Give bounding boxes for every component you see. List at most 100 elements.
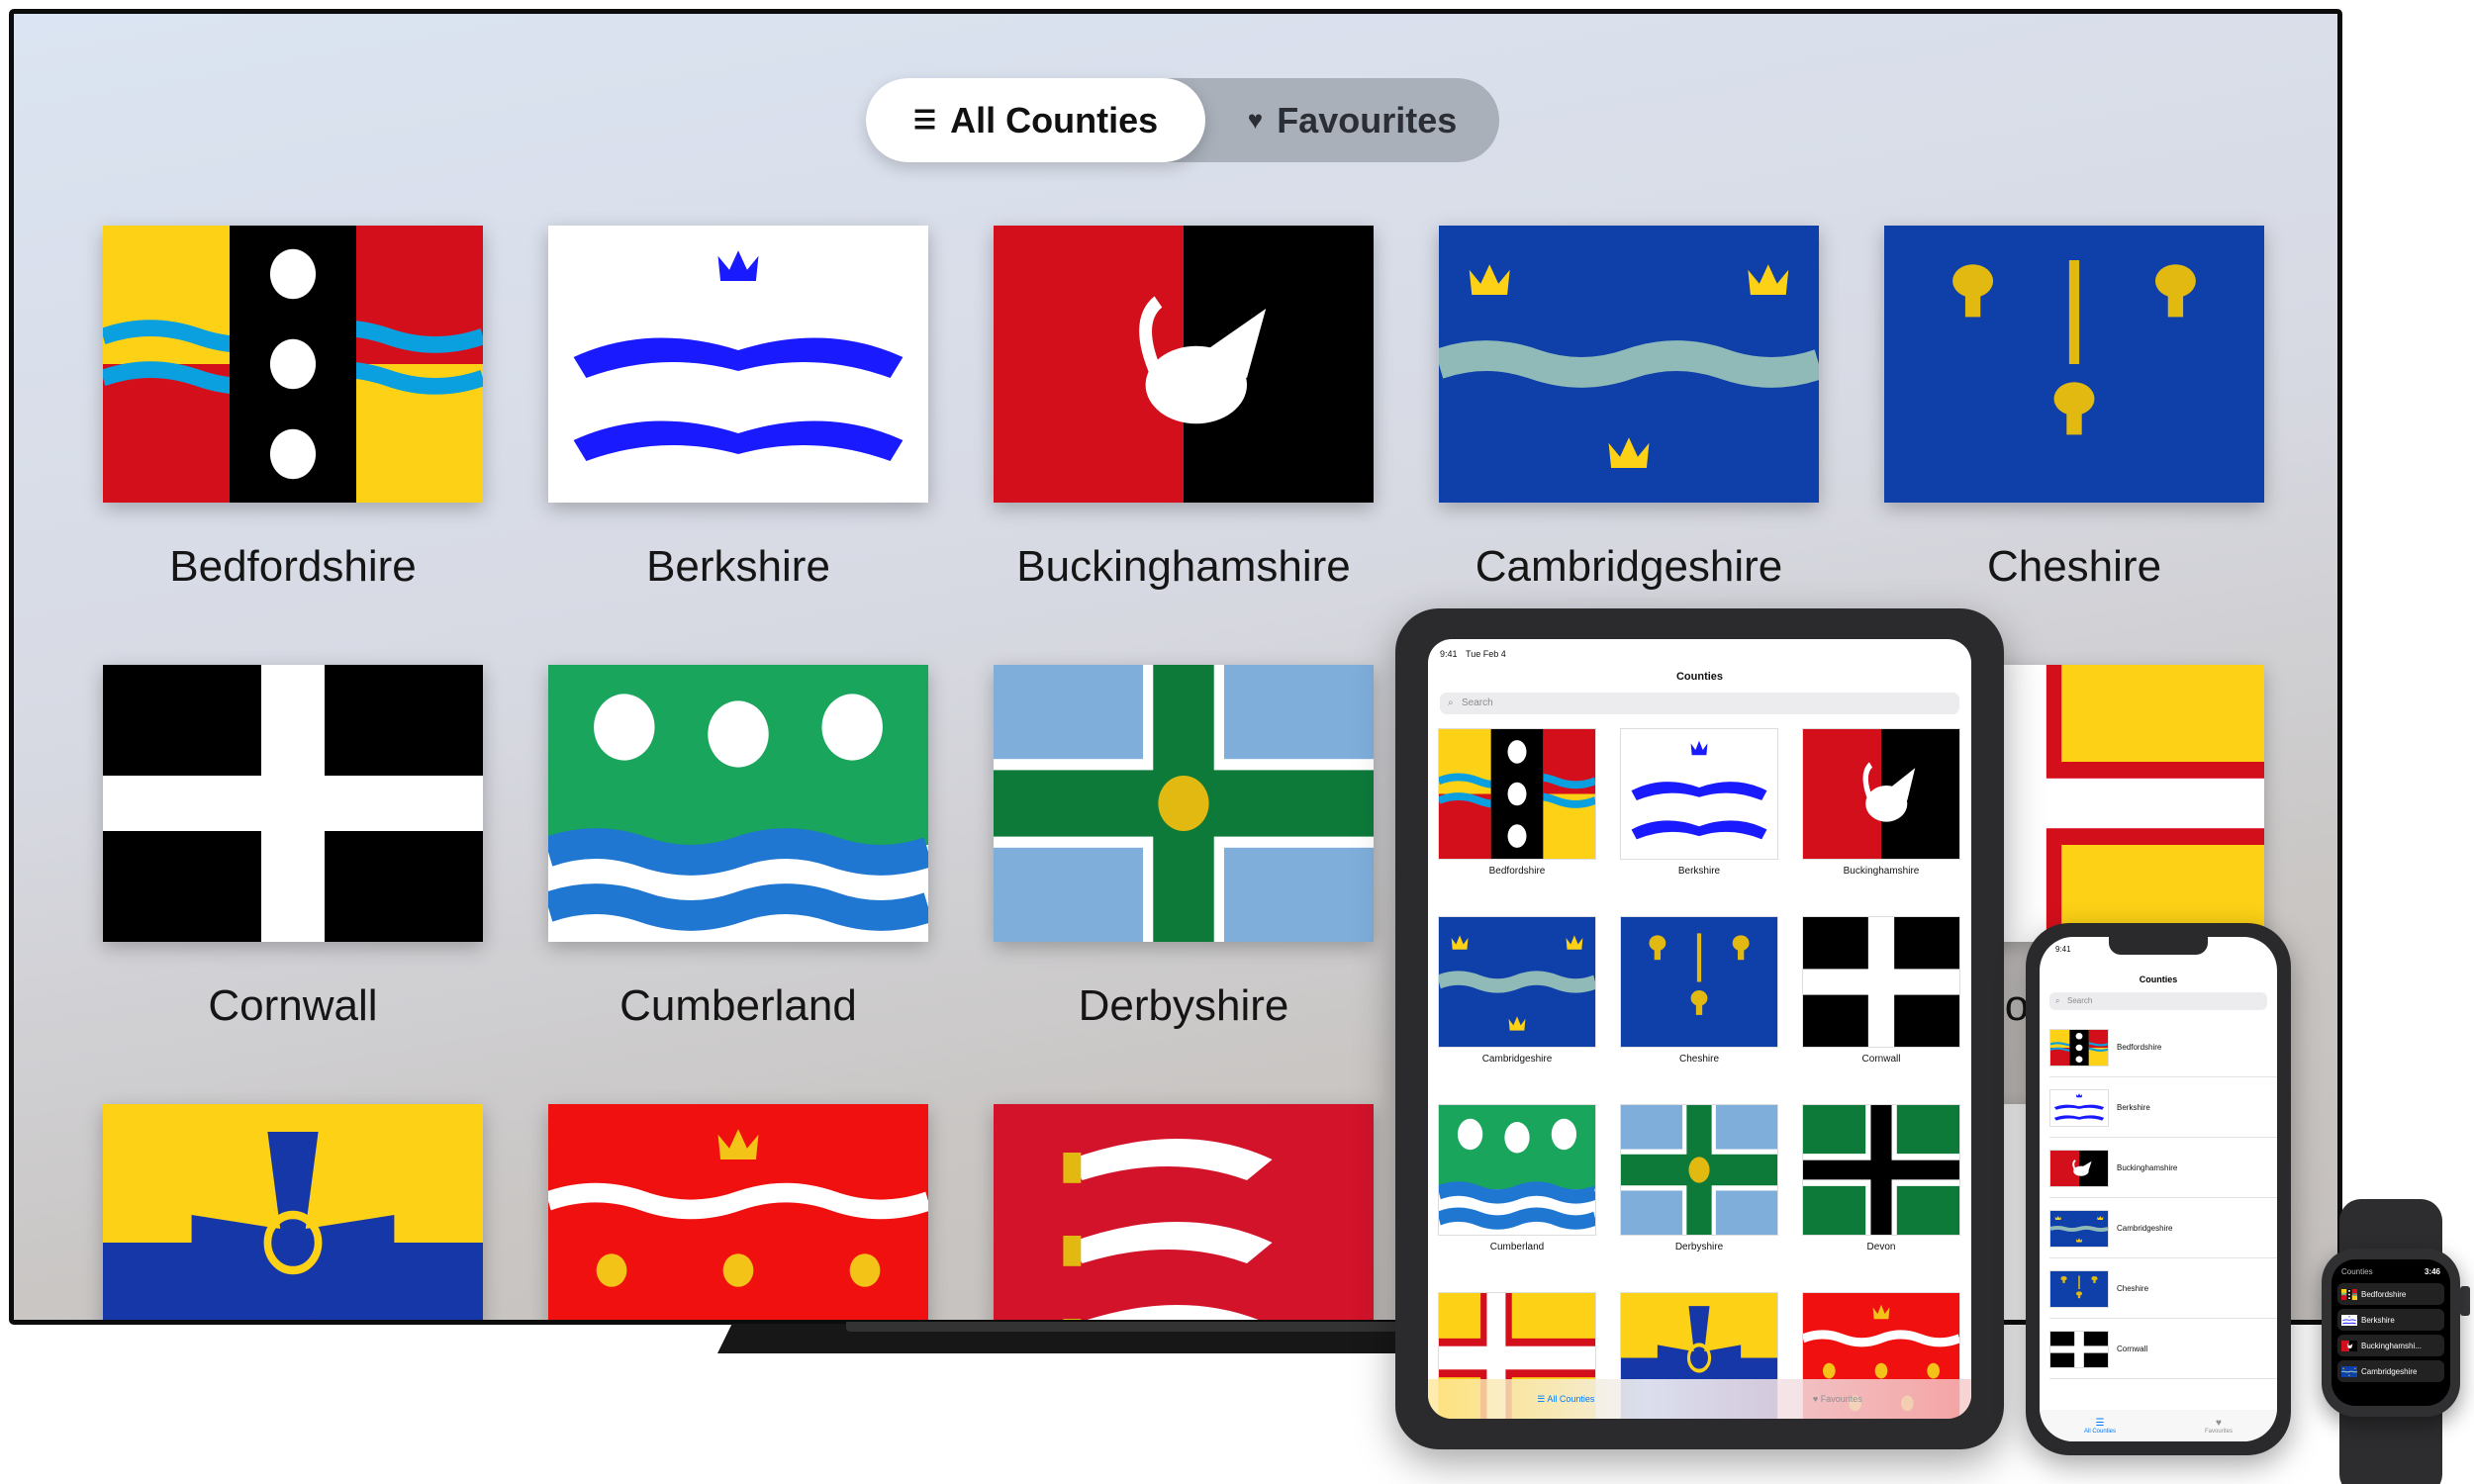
watch-list-item[interactable]: Bedfordshire <box>2337 1283 2444 1305</box>
watch-list-item[interactable]: Berkshire <box>2337 1309 2444 1331</box>
county-tile[interactable]: Bedfordshire <box>103 226 483 592</box>
tab-favourites[interactable]: ♥ Favourites <box>1813 1394 1862 1404</box>
county-tile[interactable]: Berkshire <box>548 226 928 592</box>
flag-bedfordshire <box>103 226 483 503</box>
county-tile[interactable]: Cambridgeshire <box>1439 226 1819 592</box>
list-item[interactable]: Cheshire <box>2049 1259 2277 1319</box>
county-name: Cornwall <box>208 981 378 1030</box>
watch-item-label: Bedfordshire <box>2361 1289 2407 1299</box>
tab-all-counties[interactable]: ☰ All Counties <box>866 78 1205 162</box>
status-time: 9:41 <box>1440 649 1458 659</box>
flag-artwork <box>1803 729 1959 859</box>
flag-buckinghamshire <box>994 226 1374 503</box>
county-name: Buckinghamshire <box>1016 542 1351 591</box>
county-tile[interactable] <box>994 1104 1374 1320</box>
cell-label: Cheshire <box>1678 1054 1720 1065</box>
flag-artwork <box>1621 917 1777 1047</box>
tab-favourites[interactable]: ♥ Favourites <box>2205 1418 2233 1435</box>
list-icon: ☰ <box>912 105 937 135</box>
list-item[interactable]: Berkshire <box>2049 1078 2277 1138</box>
flag-devon <box>1802 1104 1960 1236</box>
tab-all-counties[interactable]: ☰ All Counties <box>2084 1418 2116 1435</box>
digital-crown[interactable] <box>2460 1286 2470 1316</box>
tab-favourites[interactable]: ♥ Favourites <box>1205 78 1499 162</box>
search-icon: ⌕ <box>1448 697 1454 708</box>
list-item-label: Berkshire <box>2117 1103 2150 1112</box>
grid-cell[interactable]: Buckinghamshire <box>1802 728 1960 877</box>
flag-artwork <box>2341 1340 2357 1351</box>
cell-label: Devon <box>1866 1242 1896 1252</box>
flag-durham <box>103 1104 483 1320</box>
page-title: Counties <box>1675 671 1724 683</box>
flag-cheshire <box>1884 226 2264 503</box>
flag-artwork <box>2341 1314 2357 1326</box>
county-tile[interactable] <box>548 1104 928 1320</box>
flag-artwork <box>2050 1331 2108 1367</box>
watch-list-item[interactable]: Buckinghamshi... <box>2337 1335 2444 1356</box>
flag-artwork <box>994 226 1374 503</box>
flag-berkshire <box>2049 1088 2109 1127</box>
flag-bedfordshire <box>2049 1028 2109 1067</box>
list-item-label: Cheshire <box>2117 1284 2149 1293</box>
flag-artwork <box>1621 1105 1777 1235</box>
grid-cell[interactable]: Devon <box>1802 1104 1960 1252</box>
flag-cambridgeshire <box>1439 226 1819 503</box>
tab-all-counties[interactable]: ☰ All Counties <box>1537 1394 1594 1405</box>
flag-cornwall <box>2049 1330 2109 1368</box>
flag-artwork <box>1439 917 1595 1047</box>
list-item-label: Cambridgeshire <box>2117 1224 2173 1233</box>
grid-cell[interactable]: Cambridgeshire <box>1438 916 1596 1065</box>
flag-artwork <box>994 1104 1374 1320</box>
county-name: Berkshire <box>646 542 830 591</box>
cell-label: Buckinghamshire <box>1843 866 1920 877</box>
list-item[interactable]: Cornwall <box>2049 1320 2277 1379</box>
flag-cornwall <box>1802 916 1960 1048</box>
county-tile[interactable]: Derbyshire <box>994 665 1374 1031</box>
flag-artwork <box>103 665 483 942</box>
search-input[interactable]: ⌕ Search <box>1440 693 1959 714</box>
search-placeholder: Search <box>1462 697 1493 708</box>
grid-cell[interactable]: Derbyshire <box>1620 1104 1778 1252</box>
iphone-screen: 9:41 Counties ⌕ Search Bedfordshire Berk… <box>2040 937 2277 1441</box>
flag-cambridgeshire <box>1438 916 1596 1048</box>
watch-screen: Counties 3:46 Bedfordshire Berkshire Buc… <box>2331 1259 2450 1406</box>
segmented-control: ☰ All Counties ♥ Favourites <box>866 78 1499 162</box>
county-name: Cambridgeshire <box>1475 542 1783 591</box>
flag-cambridgeshire <box>2049 1209 2109 1248</box>
flag-berkshire <box>2341 1314 2357 1326</box>
county-tile[interactable]: Buckinghamshire <box>994 226 1374 592</box>
flag-bedfordshire <box>2341 1288 2357 1300</box>
flag-cumberland <box>1438 1104 1596 1236</box>
flag-essex <box>994 1104 1374 1320</box>
search-input[interactable]: ⌕ Search <box>2049 992 2267 1010</box>
flag-artwork <box>2050 1029 2108 1066</box>
flag-artwork <box>1884 226 2264 503</box>
grid-cell[interactable]: Bedfordshire <box>1438 728 1596 877</box>
grid-cell[interactable]: Cheshire <box>1620 916 1778 1065</box>
list-icon: ☰ <box>2095 1417 2105 1429</box>
watch-title: Counties <box>2341 1267 2373 1276</box>
flag-artwork <box>2050 1150 2108 1186</box>
grid-cell[interactable]: Berkshire <box>1620 728 1778 877</box>
flag-artwork <box>548 665 928 942</box>
county-name: Cumberland <box>619 981 857 1030</box>
list-item-label: Cornwall <box>2117 1345 2148 1353</box>
county-tile[interactable]: Cheshire <box>1884 226 2264 592</box>
tv-stand-lip <box>846 1322 1400 1332</box>
list-item[interactable]: Buckinghamshire <box>2049 1139 2277 1198</box>
watch-item-label: Berkshire <box>2361 1315 2395 1325</box>
watch-list-item[interactable]: Cambridgeshire <box>2337 1360 2444 1382</box>
county-tile[interactable] <box>103 1104 483 1320</box>
flag-artwork <box>1439 226 1819 503</box>
flag-artwork <box>2050 1210 2108 1247</box>
ipad-device: 9:41 Tue Feb 4 Counties ⌕ Search Bedford… <box>1395 608 2004 1449</box>
tab-favourites-label: Favourites <box>2204 1428 2233 1435</box>
county-tile[interactable]: Cornwall <box>103 665 483 1031</box>
grid-cell[interactable]: Cornwall <box>1802 916 1960 1065</box>
cell-label: Bedfordshire <box>1488 866 1546 877</box>
tab-bar: ☰ All Counties ♥ Favourites <box>2040 1410 2277 1441</box>
list-item[interactable]: Cambridgeshire <box>2049 1199 2277 1258</box>
grid-cell[interactable]: Cumberland <box>1438 1104 1596 1252</box>
county-tile[interactable]: Cumberland <box>548 665 928 1031</box>
list-item[interactable]: Bedfordshire <box>2049 1018 2277 1077</box>
